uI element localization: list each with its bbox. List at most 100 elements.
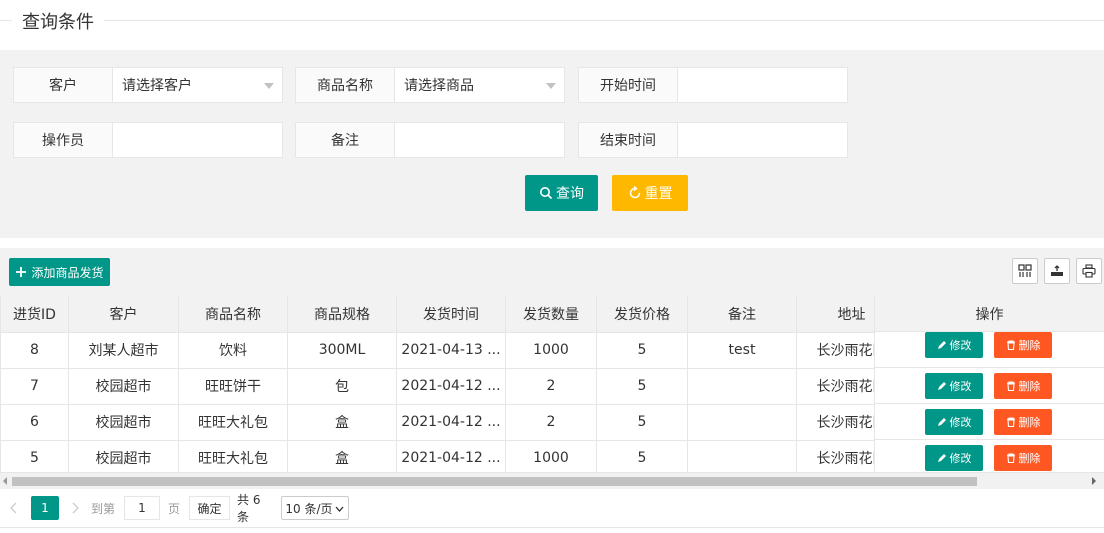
chevron-down-icon [335,506,344,512]
col-header[interactable]: 发货数量 [505,296,597,333]
col-header[interactable]: 发货价格 [596,296,688,333]
product-label: 商品名称 [295,67,394,103]
table-row[interactable]: 8 刘某人超市 饮料 300ML 2021-04-13 ... 1000 5 t… [0,332,907,369]
trash-icon [1006,453,1015,463]
cell: 5 [596,368,688,405]
col-header[interactable]: 备注 [687,296,797,333]
remark-label: 备注 [295,122,394,158]
columns-icon [1018,264,1032,277]
col-header[interactable]: 进货ID [0,296,69,333]
next-page-icon[interactable] [67,496,83,520]
goto-confirm-button[interactable]: 确定 [189,496,230,520]
cell: 1000 [505,332,597,369]
cell: 5 [596,440,688,477]
edit-button[interactable]: 修改 [925,332,983,358]
remark-input[interactable] [394,122,565,158]
table-header-row: 进货ID 客户 商品名称 商品规格 发货时间 发货数量 发货价格 备注 地址 [0,296,907,333]
export-button[interactable] [1044,258,1070,284]
edit-button[interactable]: 修改 [925,409,983,435]
delete-button-label: 删除 [1018,416,1041,429]
legend-title: 查询条件 [22,12,94,33]
table-row[interactable]: 6 校园超市 旺旺大礼包 盒 2021-04-12 ... 2 5 长沙雨花区 [0,404,907,441]
delete-button[interactable]: 删除 [994,409,1052,435]
end-time-field: 结束时间 [578,122,848,158]
column-filter-button[interactable] [1012,258,1038,284]
cell: 盒 [287,440,397,477]
table-row[interactable]: 7 校园超市 旺旺饼干 包 2021-04-12 ... 2 5 长沙雨花区 [0,368,907,405]
customer-select[interactable]: 请选择客户 [112,67,283,103]
reset-button[interactable]: 重置 [612,175,688,211]
edit-button[interactable]: 修改 [925,445,983,471]
cell: 5 [0,440,69,477]
search-icon [540,187,553,200]
cell [687,404,797,441]
operations-row: 修改 删除 [874,440,1104,476]
cell: 2021-04-12 ... [396,440,506,477]
cell: 5 [596,404,688,441]
horizontal-scrollbar[interactable] [0,472,1104,489]
customer-label: 客户 [13,67,112,103]
customer-select-value: 请选择客户 [122,78,192,94]
cell [687,368,797,405]
pencil-icon [937,418,946,426]
table-row[interactable]: 5 校园超市 旺旺大礼包 盒 2021-04-12 ... 1000 5 长沙雨… [0,440,907,477]
scrollbar-thumb[interactable] [12,477,977,486]
col-header[interactable]: 商品规格 [287,296,397,333]
delete-button-label: 删除 [1018,380,1041,393]
cell: 校园超市 [68,368,179,405]
operations-header: 操作 [874,296,1104,332]
start-time-field: 开始时间 [578,67,848,103]
cell: 300ML [287,332,397,369]
chevron-down-icon [264,83,274,89]
col-header[interactable]: 发货时间 [396,296,506,333]
cell: test [687,332,797,369]
goto-page-input[interactable]: 1 [124,496,160,520]
delete-button[interactable]: 删除 [994,373,1052,399]
page-number-current[interactable]: 1 [31,496,59,520]
cell: 2 [505,368,597,405]
pencil-icon [937,341,946,349]
print-button[interactable] [1076,258,1102,284]
goto-label: 到第 [90,501,115,516]
legend-line-right [104,20,1104,21]
add-shipment-button[interactable]: 添加商品发货 [9,258,110,286]
page-size-select[interactable]: 10 条/页 [281,496,349,520]
add-shipment-label: 添加商品发货 [31,265,104,280]
total-count: 共 6 条 [237,493,261,524]
delete-button[interactable]: 删除 [994,332,1052,358]
cell: 校园超市 [68,404,179,441]
start-time-label: 开始时间 [578,67,677,103]
cell: 2021-04-12 ... [396,404,506,441]
operations-row: 修改 删除 [874,332,1104,368]
edit-button-label: 修改 [949,452,972,465]
pagination: 1 到第 1 页 确定 共 6 条 10 条/页 [0,490,1104,528]
prev-page-icon[interactable] [6,496,22,520]
end-time-input[interactable] [677,122,848,158]
cell: 校园超市 [68,440,179,477]
end-time-label: 结束时间 [578,122,677,158]
col-header[interactable]: 商品名称 [178,296,288,333]
delete-button[interactable]: 删除 [994,445,1052,471]
scroll-right-icon[interactable] [1091,477,1097,485]
product-select[interactable]: 请选择商品 [394,67,565,103]
trash-icon [1006,417,1015,427]
trash-icon [1006,381,1015,391]
edit-button[interactable]: 修改 [925,373,983,399]
start-time-input[interactable] [677,67,848,103]
cell: 2 [505,404,597,441]
col-header[interactable]: 客户 [68,296,179,333]
cell: 包 [287,368,397,405]
page-size-value: 10 条/页 [285,501,333,516]
operator-input[interactable] [112,122,283,158]
query-button[interactable]: 查询 [525,175,598,211]
legend-line-left [0,20,12,21]
table-toolbar [0,248,1104,296]
cell: 刘某人超市 [68,332,179,369]
cell: 饮料 [178,332,288,369]
remark-field: 备注 [295,122,565,158]
cell: 8 [0,332,69,369]
edit-button-label: 修改 [949,416,972,429]
product-select-value: 请选择商品 [404,78,474,94]
chevron-down-icon [546,83,556,89]
scroll-left-icon[interactable] [2,477,8,485]
